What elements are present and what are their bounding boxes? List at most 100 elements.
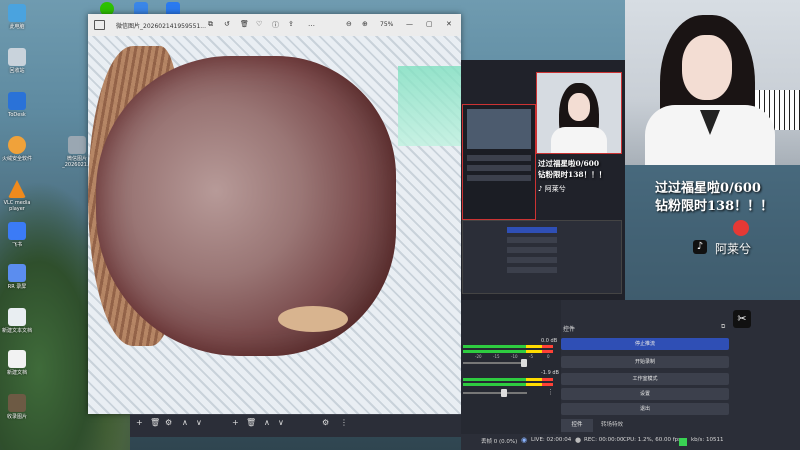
mixer-more-icon[interactable]: ⋮ bbox=[547, 388, 554, 396]
zoom-level: 75% bbox=[380, 21, 394, 28]
scene-filter-icon[interactable]: ⚙ bbox=[165, 418, 172, 427]
maximize-icon[interactable]: ▢ bbox=[426, 20, 433, 28]
share-icon[interactable]: ⇪ bbox=[288, 20, 294, 28]
mini-douyin-label: ♪ 阿莱兮 bbox=[538, 185, 566, 193]
volume-handle-1[interactable] bbox=[521, 359, 527, 367]
audio-meter-1 bbox=[463, 345, 553, 348]
desktop-icon-feishu[interactable]: 飞书 bbox=[2, 222, 32, 248]
live-time: LIVE: 02:00:04 bbox=[531, 437, 572, 443]
source-up-icon[interactable]: ∧ bbox=[264, 418, 270, 427]
remove-source-icon[interactable]: 🗑 bbox=[246, 418, 256, 427]
recorder-icon bbox=[8, 264, 26, 282]
obs-toolbar bbox=[130, 414, 461, 437]
bitrate: kb/s: 10511 bbox=[691, 437, 724, 443]
desktop-icon-huorong[interactable]: 火绒安全软件 bbox=[2, 136, 32, 162]
start-recording-button[interactable]: 开始录制 bbox=[561, 356, 729, 368]
huorong-icon bbox=[8, 136, 26, 154]
rec-icon: ● bbox=[575, 436, 582, 444]
tiktok-icon: ♪ bbox=[693, 240, 707, 254]
desktop-icon-new-doc[interactable]: 新建文档 bbox=[2, 350, 32, 376]
tab-transitions[interactable]: 转场特效 bbox=[595, 419, 629, 432]
document-icon bbox=[8, 350, 26, 368]
zoom-out-icon[interactable]: ⊖ bbox=[346, 20, 352, 28]
text-document-icon bbox=[8, 308, 26, 326]
settings-button[interactable]: 设置 bbox=[561, 388, 729, 400]
todesk-icon bbox=[8, 92, 26, 110]
streamer-face bbox=[682, 35, 732, 100]
cpu-fps: CPU: 1.2%, 60.00 fps bbox=[623, 437, 682, 443]
obs-statusbar: 丢帧 0 (0.0%) ◉ LIVE: 02:00:04 ● REC: 00:0… bbox=[461, 434, 800, 450]
source-properties-icon[interactable]: ⚙ bbox=[322, 418, 329, 427]
crop-icon[interactable]: ⧉ bbox=[208, 20, 213, 29]
app-photo-icon bbox=[94, 20, 105, 30]
source-down-icon[interactable]: ∨ bbox=[278, 418, 284, 427]
add-source-icon[interactable]: + bbox=[232, 418, 239, 427]
webcam-feed bbox=[625, 0, 800, 165]
delete-icon[interactable]: 🗑 bbox=[240, 20, 249, 28]
mini-scenes-panel bbox=[462, 220, 622, 294]
rec-time: REC: 00:00:00 bbox=[584, 437, 624, 443]
viewer-titlebar: 微信图片_202602141959551... ⧉ ↺ 🗑 ♡ ⓘ ⇪ … ⊖ … bbox=[88, 14, 461, 36]
favorite-icon[interactable]: ♡ bbox=[256, 20, 262, 28]
live-icon: ◉ bbox=[521, 436, 528, 444]
viewer-title: 微信图片_202602141959551... bbox=[116, 23, 206, 30]
zoom-in-icon[interactable]: ⊕ bbox=[362, 20, 368, 28]
audio-db-2: -1.9 dB bbox=[541, 370, 559, 376]
vlc-cone-icon bbox=[8, 180, 26, 198]
dropped-frames: 丢帧 0 (0.0%) bbox=[481, 439, 518, 445]
photo-stonefish bbox=[96, 56, 396, 356]
audio-mixer: 0.0 dB -20 -15 -10 -5 0 -1.9 dB ⋮ bbox=[461, 300, 561, 434]
desktop-icon-text-doc[interactable]: 新建文本文档 bbox=[2, 308, 32, 334]
photo-viewer-window: 微信图片_202602141959551... ⧉ ↺ 🗑 ♡ ⓘ ⇪ … ⊖ … bbox=[88, 14, 461, 414]
move-up-icon[interactable]: ∧ bbox=[182, 418, 188, 427]
source-more-icon[interactable]: ⋮ bbox=[340, 418, 348, 427]
controls-panel-title: 控件 bbox=[563, 326, 576, 333]
tiktok-icon: ♪ bbox=[538, 185, 543, 193]
rotate-icon[interactable]: ↺ bbox=[224, 20, 230, 28]
desktop-icon-recycle-bin[interactable]: 回收站 bbox=[2, 48, 32, 74]
info-icon[interactable]: ⓘ bbox=[272, 20, 279, 30]
overlay-douyin-label: 阿莱兮 bbox=[715, 242, 752, 256]
audio-meter-4 bbox=[463, 383, 553, 386]
recycle-bin-icon bbox=[8, 48, 26, 66]
desktop-icon-images[interactable]: 收录图片 bbox=[2, 394, 32, 420]
stop-streaming-button[interactable]: 停止推流 bbox=[561, 338, 729, 350]
remove-scene-icon[interactable]: 🗑 bbox=[150, 418, 160, 427]
exit-button[interactable]: 退出 bbox=[561, 403, 729, 415]
volume-slider-1[interactable] bbox=[463, 362, 527, 364]
tab-controls[interactable]: 控件 bbox=[561, 419, 593, 432]
audio-db-1: 0.0 dB bbox=[541, 338, 558, 344]
overlay-line1: 过过福星啦0/600 bbox=[655, 181, 761, 196]
weibo-icon bbox=[733, 220, 749, 236]
desktop-icon-recorder[interactable]: RR 录屏 bbox=[2, 264, 32, 290]
image-file-icon bbox=[68, 136, 86, 154]
computer-icon bbox=[8, 4, 26, 22]
minimize-icon[interactable]: — bbox=[406, 20, 413, 28]
photo-fish-mouth bbox=[278, 306, 348, 332]
mini-line1: 过过福星啦0/600 bbox=[538, 159, 600, 168]
image-folder-icon bbox=[8, 394, 26, 412]
close-icon[interactable]: ✕ bbox=[446, 20, 452, 28]
feishu-icon bbox=[8, 222, 26, 240]
desktop-icon-this-pc[interactable]: 此电脑 bbox=[2, 4, 32, 30]
add-scene-icon[interactable]: + bbox=[136, 418, 143, 427]
photo-net-background bbox=[398, 66, 461, 146]
desktop-icon-vlc[interactable]: VLC media player bbox=[2, 180, 32, 212]
audio-meter-2 bbox=[463, 350, 553, 353]
more-icon[interactable]: … bbox=[308, 20, 315, 28]
studio-mode-button[interactable]: 工作室模式 bbox=[561, 373, 729, 385]
undock-icon[interactable]: ⧉ bbox=[721, 323, 725, 331]
volume-slider-2[interactable] bbox=[463, 392, 527, 394]
audio-meter-3 bbox=[463, 378, 553, 381]
mini-preview bbox=[462, 104, 536, 220]
volume-handle-2[interactable] bbox=[501, 389, 507, 397]
overlay-line2: 钻粉限时138！！！ bbox=[655, 199, 774, 214]
desktop-icon-todesk[interactable]: ToDesk bbox=[2, 92, 32, 118]
mini-webcam bbox=[536, 72, 622, 154]
photo-canvas bbox=[88, 36, 461, 414]
mini-line2: 钻粉限时138！！！ bbox=[538, 170, 607, 179]
connection-indicator bbox=[679, 438, 687, 446]
mini-overlay-text: 过过福星啦0/600 钻粉限时138！！！ ♪ 阿莱兮 bbox=[538, 158, 618, 195]
capcut-icon[interactable]: ✂ bbox=[733, 310, 751, 328]
move-down-icon[interactable]: ∨ bbox=[196, 418, 202, 427]
